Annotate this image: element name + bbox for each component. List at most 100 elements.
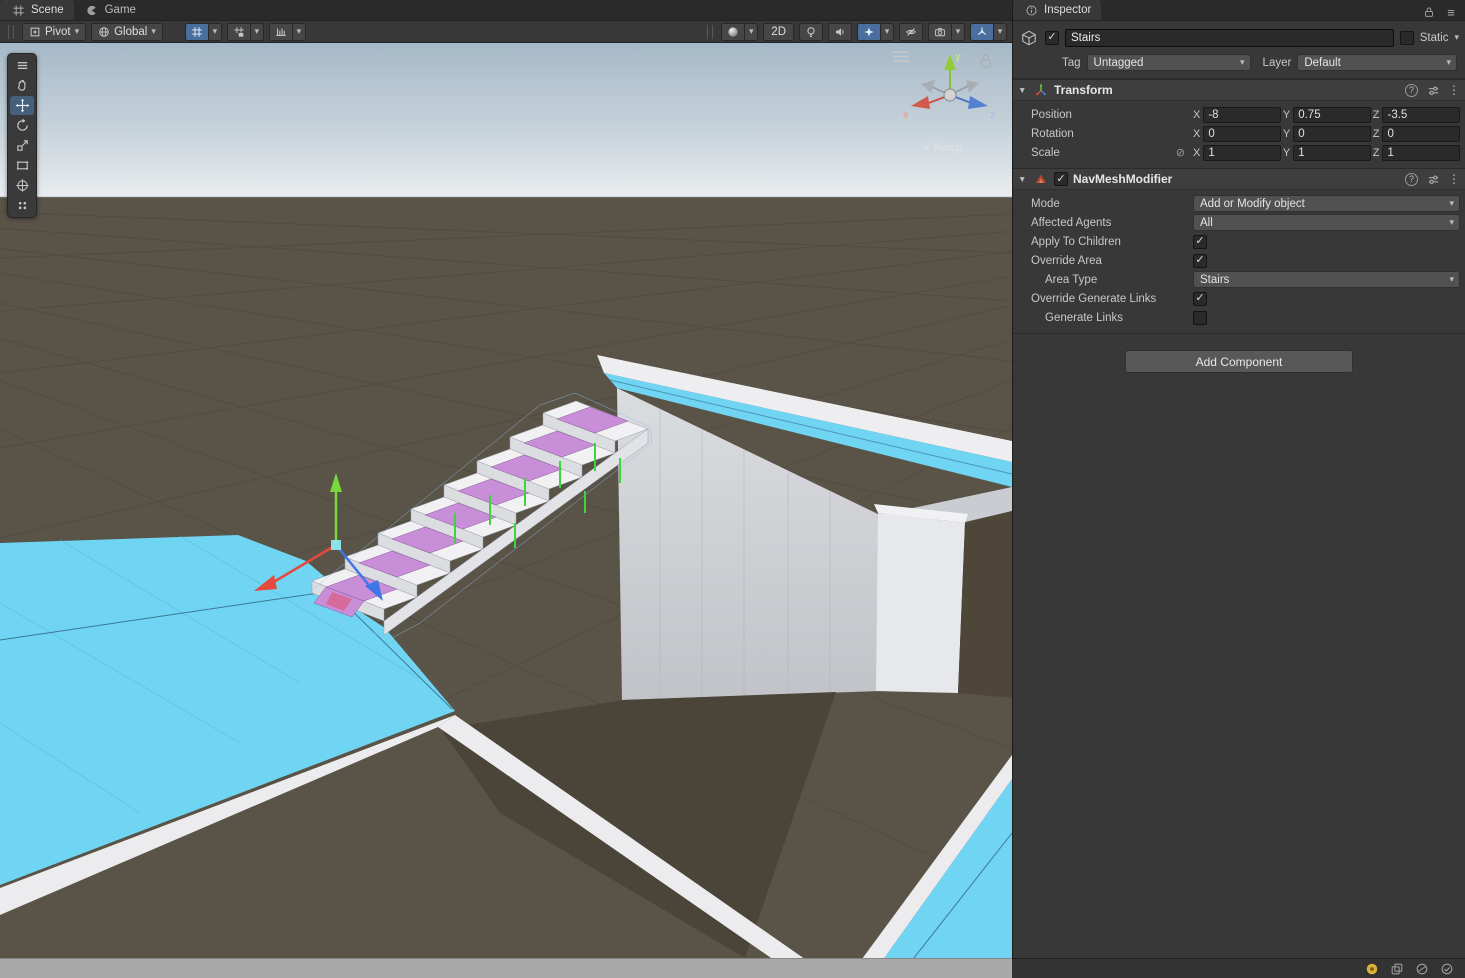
foldout-icon[interactable]: ▼: [1018, 85, 1028, 95]
scene-camera-settings-button[interactable]: [928, 23, 952, 41]
rotation-y-field[interactable]: 0: [1293, 126, 1371, 142]
axis-z-label: Z: [1373, 109, 1380, 121]
transform-header[interactable]: ▼ Transform ? ⋮: [1013, 79, 1465, 101]
scene-effects-dropdown[interactable]: ▾: [881, 23, 894, 41]
rotate-tool[interactable]: [10, 116, 34, 135]
area-type-dropdown[interactable]: Stairs ▾: [1193, 271, 1460, 288]
position-z-field[interactable]: -3.5: [1382, 107, 1460, 123]
shading-mode-dropdown[interactable]: ▾: [745, 23, 758, 41]
component-enabled-checkbox[interactable]: ✓: [1054, 172, 1068, 186]
doorway-gap: [958, 511, 1012, 698]
tag-dropdown[interactable]: Untagged ▾: [1087, 54, 1251, 71]
mode-dropdown[interactable]: Add or Modify object ▾: [1193, 195, 1460, 212]
transform-tool[interactable]: [10, 176, 34, 195]
unity-editor-window: Scene Game Pivot ▾ Global ▾: [0, 0, 1465, 978]
persp-label[interactable]: < Persp: [924, 142, 962, 154]
caret-icon: ▾: [1449, 198, 1454, 209]
global-button[interactable]: Global ▾: [91, 23, 163, 41]
scale-z-field[interactable]: 1: [1382, 145, 1460, 161]
scene-effects-toggle[interactable]: [857, 23, 881, 41]
cache-server-status-icon[interactable]: [1389, 961, 1405, 977]
help-icon[interactable]: ?: [1405, 173, 1418, 186]
toolbar-drag-handle[interactable]: [8, 25, 14, 39]
scene-viewport[interactable]: y x z < Persp: [0, 43, 1012, 958]
tab-inspector-label: Inspector: [1044, 4, 1091, 16]
foldout-icon[interactable]: ▼: [1018, 174, 1028, 184]
bake-status-icon[interactable]: [1364, 961, 1380, 977]
scale-y-field[interactable]: 1: [1293, 145, 1371, 161]
toolbar-drag-handle[interactable]: [707, 25, 713, 39]
presets-icon[interactable]: [1425, 171, 1441, 187]
layer-dropdown[interactable]: Default ▾: [1297, 54, 1457, 71]
caret-icon: ▾: [1449, 274, 1454, 285]
gizmos-toggle[interactable]: [970, 23, 994, 41]
gameobject-active-checkbox[interactable]: ✓: [1045, 31, 1059, 45]
rotation-x-field[interactable]: 0: [1203, 126, 1281, 142]
layer-value: Default: [1304, 57, 1440, 69]
sky: [0, 43, 1012, 198]
position-y-field[interactable]: 0.75: [1293, 107, 1371, 123]
move-gizmo-center: [331, 540, 341, 550]
globe-icon: [98, 26, 110, 38]
scale-tool[interactable]: [10, 136, 34, 155]
snap-increment-dropdown[interactable]: ▾: [293, 23, 306, 41]
progress-status-icon[interactable]: [1439, 961, 1455, 977]
snap-increment-icon: [275, 26, 287, 38]
move-tool[interactable]: [10, 96, 34, 115]
apply-to-children-checkbox[interactable]: ✓: [1193, 235, 1207, 249]
scene-lighting-toggle[interactable]: [799, 23, 823, 41]
area-type-row: Area Type Stairs ▾: [1013, 270, 1465, 289]
grid-snapping-toggle[interactable]: [227, 23, 251, 41]
scale-x-field[interactable]: 1: [1203, 145, 1281, 161]
hidden-objects-toggle[interactable]: [899, 23, 923, 41]
inspector-lock-icon[interactable]: [1421, 4, 1437, 20]
hand-tool[interactable]: [10, 76, 34, 95]
navmeshmodifier-component: ▼ ✓ NavMeshModifier ? ⋮ Mode: [1013, 168, 1465, 334]
2d-label: 2D: [771, 26, 786, 38]
position-x-field[interactable]: -8: [1203, 107, 1281, 123]
snap-increment-toggle[interactable]: [269, 23, 293, 41]
gizmos-dropdown[interactable]: ▾: [994, 23, 1007, 41]
shading-mode-button[interactable]: [721, 23, 745, 41]
grid-snap-icon: [233, 26, 245, 38]
scene-audio-toggle[interactable]: [828, 23, 852, 41]
rect-tool[interactable]: [10, 156, 34, 175]
static-checkbox[interactable]: ✓: [1400, 31, 1414, 45]
grid-visibility-toggle[interactable]: [185, 23, 209, 41]
tab-game-label: Game: [105, 4, 136, 16]
presets-icon[interactable]: [1425, 82, 1441, 98]
tools-overlay-menu[interactable]: [10, 56, 34, 75]
navmeshmodifier-header[interactable]: ▼ ✓ NavMeshModifier ? ⋮: [1013, 168, 1465, 190]
inspector-tab-strip: Inspector ≡: [1013, 0, 1465, 21]
mode-row: Mode Add or Modify object ▾: [1013, 194, 1465, 213]
grid-snapping-dropdown[interactable]: ▾: [251, 23, 264, 41]
affected-agents-value: All: [1200, 217, 1443, 229]
custom-tool[interactable]: [10, 196, 34, 215]
tab-inspector[interactable]: Inspector: [1013, 0, 1101, 20]
rotation-z-field[interactable]: 0: [1382, 126, 1460, 142]
scene-camera-dropdown[interactable]: ▾: [952, 23, 965, 41]
inspector-menu-icon[interactable]: ≡: [1443, 4, 1459, 20]
grid-visibility-dropdown[interactable]: ▾: [209, 23, 222, 41]
kebab-menu-icon[interactable]: ⋮: [1448, 172, 1460, 186]
rotation-row: Rotation X 0 Y 0 Z 0: [1013, 124, 1465, 143]
generate-links-checkbox[interactable]: ✓: [1193, 311, 1207, 325]
tab-game[interactable]: Game: [74, 0, 146, 20]
background-activity-icon[interactable]: [1414, 961, 1430, 977]
tab-scene[interactable]: Scene: [0, 0, 74, 20]
2d-toggle[interactable]: 2D: [763, 23, 794, 41]
override-generate-links-checkbox[interactable]: ✓: [1193, 292, 1207, 306]
pivot-button[interactable]: Pivot ▾: [22, 23, 86, 41]
rotate-icon: [15, 118, 30, 133]
gameobject-cube-icon[interactable]: [1019, 28, 1039, 48]
uniform-scale-link-icon[interactable]: ⊘: [1176, 146, 1185, 159]
axis-x-label: X: [1193, 109, 1200, 121]
kebab-menu-icon[interactable]: ⋮: [1448, 83, 1460, 97]
add-component-button[interactable]: Add Component: [1125, 350, 1353, 373]
static-flags-dropdown[interactable]: ▾: [1454, 32, 1459, 43]
override-area-checkbox[interactable]: ✓: [1193, 254, 1207, 268]
gameobject-name-field[interactable]: Stairs: [1065, 29, 1394, 47]
help-icon[interactable]: ?: [1405, 84, 1418, 97]
pivot-icon: [29, 26, 41, 38]
affected-agents-dropdown[interactable]: All ▾: [1193, 214, 1460, 231]
